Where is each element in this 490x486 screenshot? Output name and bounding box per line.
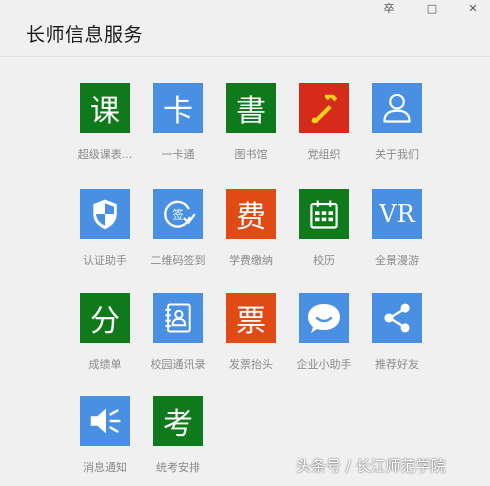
checkin-icon: 签 — [153, 189, 203, 239]
app-tile[interactable]: 校园通讯录 — [141, 293, 215, 383]
app-tile[interactable]: 关于我们 — [360, 83, 434, 173]
svg-text:签: 签 — [172, 207, 183, 221]
card-char-icon: 卡 — [153, 83, 203, 133]
app-label: 图书馆 — [234, 148, 268, 161]
calendar-icon — [299, 189, 349, 239]
app-label: 校历 — [313, 254, 335, 267]
fee-char-icon: 费 — [226, 189, 276, 239]
pin-button[interactable]: 卒 — [376, 0, 402, 16]
title-divider — [0, 56, 490, 57]
minimize-button[interactable]: □ — [419, 0, 445, 16]
kebiao-char-icon: 课 — [80, 83, 130, 133]
app-label: 推荐好友 — [375, 358, 419, 371]
app-label: 党组织 — [307, 148, 341, 161]
app-label: 一卡通 — [161, 148, 195, 161]
library-char-icon: 書 — [226, 83, 276, 133]
app-label: 企业小助手 — [296, 358, 352, 371]
app-label: 关于我们 — [375, 148, 419, 161]
contacts-book-icon — [153, 293, 203, 343]
speaker-icon — [80, 396, 130, 446]
exam-char-icon: 考 — [153, 396, 203, 446]
hammer-sickle-icon — [299, 83, 349, 133]
app-tile[interactable]: 分成绩单 — [68, 293, 142, 383]
app-label: 认证助手 — [83, 254, 127, 267]
app-tile[interactable]: 卡一卡通 — [141, 83, 215, 173]
app-tile[interactable]: 企业小助手 — [287, 293, 361, 383]
chat-bubble-icon — [299, 293, 349, 343]
app-label: 发票抬头 — [229, 358, 273, 371]
app-tile[interactable]: 書图书馆 — [214, 83, 288, 173]
app-tile[interactable]: 费学费缴纳 — [214, 189, 288, 279]
close-button[interactable]: ✕ — [460, 0, 486, 16]
app-label: 全景漫游 — [375, 254, 419, 267]
app-tile[interactable]: 消息通知 — [68, 396, 142, 486]
shield-icon — [80, 189, 130, 239]
app-label: 超级课表... — [77, 148, 133, 161]
app-tile[interactable]: 课超级课表... — [68, 83, 142, 173]
app-label: 统考安排 — [156, 461, 200, 474]
app-tile[interactable]: 党组织 — [287, 83, 361, 173]
app-label: 消息通知 — [83, 461, 127, 474]
app-label: 学费缴纳 — [229, 254, 273, 267]
app-tile[interactable]: 认证助手 — [68, 189, 142, 279]
app-tile[interactable]: 考统考安排 — [141, 396, 215, 486]
vr-icon: VR — [372, 189, 422, 239]
share-icon — [372, 293, 422, 343]
invoice-char-icon: 票 — [226, 293, 276, 343]
app-tile[interactable]: 票发票抬头 — [214, 293, 288, 383]
app-label: 二维码签到 — [150, 254, 206, 267]
app-tile[interactable]: VR 全景漫游 — [360, 189, 434, 279]
window-title: 长师信息服务 — [26, 24, 144, 46]
watermark: 头条号 / 长江师范学院 — [296, 457, 446, 475]
app-label: 校园通讯录 — [150, 358, 206, 371]
app-tile[interactable]: 推荐好友 — [360, 293, 434, 383]
app-tile[interactable]: 签二维码签到 — [141, 189, 215, 279]
title-bar: 长师信息服务 卒 □ ✕ — [0, 0, 490, 56]
app-label: 成绩单 — [88, 358, 122, 371]
app-tile[interactable]: 校历 — [287, 189, 361, 279]
score-char-icon: 分 — [80, 293, 130, 343]
user-icon — [372, 83, 422, 133]
